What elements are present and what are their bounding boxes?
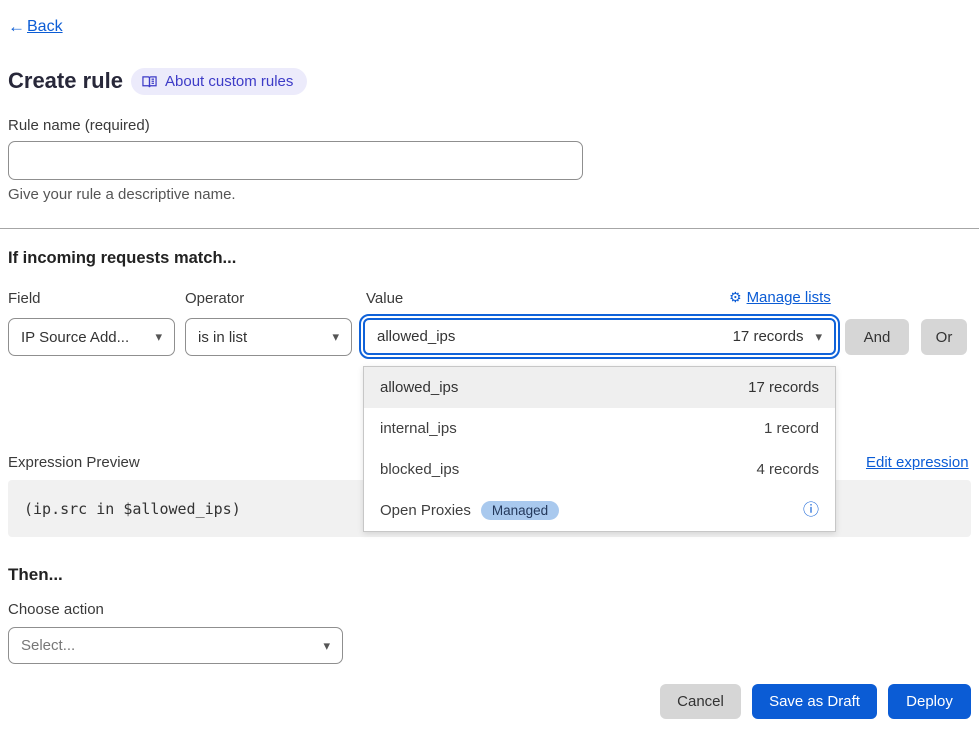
operator-label: Operator: [185, 290, 244, 307]
deploy-button[interactable]: Deploy: [888, 684, 971, 719]
manage-lists-link[interactable]: ⚙ Manage lists: [729, 289, 831, 306]
then-section-heading: Then...: [8, 565, 63, 585]
operator-select-value: is in list: [198, 329, 247, 346]
managed-badge: Managed: [481, 501, 559, 520]
list-item-name: blocked_ips: [380, 461, 459, 478]
list-item-internal-ips[interactable]: internal_ips 1 record: [364, 408, 835, 449]
back-arrow-icon: ←: [8, 17, 25, 37]
match-section-heading: If incoming requests match...: [8, 249, 236, 268]
info-icon[interactable]: ⓘ: [803, 503, 819, 519]
value-select-focused[interactable]: allowed_ips 17 records ▾: [359, 314, 840, 359]
manage-lists-label: Manage lists: [747, 289, 831, 306]
field-select[interactable]: IP Source Add... ▾: [8, 318, 175, 356]
field-label: Field: [8, 290, 41, 307]
edit-expression-link[interactable]: Edit expression: [866, 454, 969, 471]
page-title: Create rule: [8, 68, 123, 94]
chevron-down-icon: ▾: [155, 329, 162, 345]
list-item-meta: 4 records: [756, 461, 819, 478]
choose-action-label: Choose action: [8, 601, 104, 618]
list-dropdown: allowed_ips 17 records internal_ips 1 re…: [363, 366, 836, 532]
value-label: Value: [366, 290, 403, 307]
list-item-name: internal_ips: [380, 420, 457, 437]
section-divider: [0, 228, 979, 229]
about-custom-rules-label: About custom rules: [165, 73, 293, 90]
value-select-value: allowed_ips: [377, 328, 455, 345]
value-select-meta: 17 records: [733, 328, 804, 345]
book-icon: [142, 75, 157, 89]
list-item-open-proxies[interactable]: Open Proxies Managed ⓘ: [364, 490, 835, 531]
about-custom-rules-link[interactable]: About custom rules: [131, 68, 307, 95]
create-rule-page: ←Back Create rule About custom rules Rul…: [0, 0, 979, 739]
chevron-down-icon: ▾: [332, 329, 339, 345]
cancel-button[interactable]: Cancel: [660, 684, 741, 719]
expression-preview-label: Expression Preview: [8, 454, 140, 471]
rule-name-label: Rule name (required): [8, 117, 150, 134]
field-select-value: IP Source Add...: [21, 329, 129, 346]
back-link[interactable]: ←Back: [8, 17, 63, 37]
gear-icon: ⚙: [729, 289, 742, 306]
save-as-draft-button[interactable]: Save as Draft: [752, 684, 877, 719]
list-item-blocked-ips[interactable]: blocked_ips 4 records: [364, 449, 835, 490]
operator-select[interactable]: is in list ▾: [185, 318, 352, 356]
list-item-name: Open Proxies: [380, 502, 471, 519]
rule-name-input[interactable]: [8, 141, 583, 180]
action-select[interactable]: Select... ▾: [8, 627, 343, 664]
and-button[interactable]: And: [845, 319, 909, 355]
expression-code: (ip.src in $allowed_ips): [24, 500, 241, 518]
chevron-down-icon: ▾: [323, 638, 330, 654]
chevron-down-icon: ▾: [815, 329, 822, 345]
rule-name-helper-text: Give your rule a descriptive name.: [8, 186, 236, 203]
or-button[interactable]: Or: [921, 319, 967, 355]
list-item-name: allowed_ips: [380, 379, 458, 396]
list-item-meta: 17 records: [748, 379, 819, 396]
list-item-allowed-ips[interactable]: allowed_ips 17 records: [364, 367, 835, 408]
list-item-meta: 1 record: [764, 420, 819, 437]
back-link-label: Back: [27, 18, 63, 36]
action-select-placeholder: Select...: [21, 637, 75, 654]
